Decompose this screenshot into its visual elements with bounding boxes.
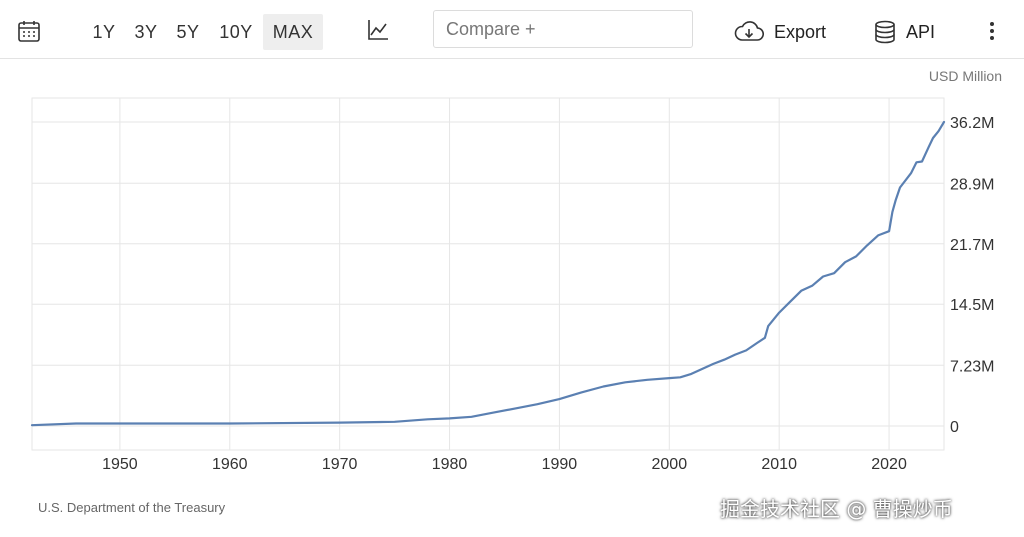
x-tick-label: 1970 <box>322 456 358 473</box>
series-line <box>30 120 946 427</box>
x-tick-label: 1990 <box>542 456 578 473</box>
y-tick-label: 0 <box>950 419 959 436</box>
y-tick-label: 21.7M <box>950 237 994 254</box>
watermark: 掘金技术社区 @ 曹操炒币 <box>720 497 953 521</box>
x-tick-label: 2000 <box>652 456 688 473</box>
x-tick-label: 1980 <box>432 456 468 473</box>
x-tick-label: 1960 <box>212 456 248 473</box>
y-tick-label: 14.5M <box>950 297 994 314</box>
y-tick-label: 7.23M <box>950 358 994 375</box>
y-tick-label: 36.2M <box>950 115 994 132</box>
debt-line-chart: 0 7.23M 14.5M 21.7M 28.9M 36.2M 1950 1960 1970 19… <box>30 97 994 473</box>
x-tick-label: 2010 <box>761 456 797 473</box>
y-tick-label: 28.9M <box>950 176 994 193</box>
x-tick-label: 1950 <box>102 456 138 473</box>
plot-border <box>31 97 945 451</box>
x-tick-label: 2020 <box>871 456 907 473</box>
source-label: U.S. Department of the Treasury <box>38 500 226 515</box>
